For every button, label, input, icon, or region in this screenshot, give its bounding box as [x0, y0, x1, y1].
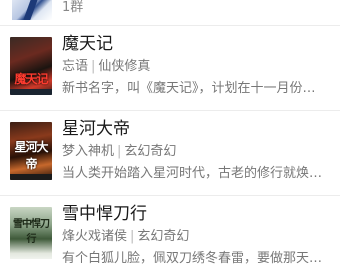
book-cover — [12, 0, 52, 20]
book-meta: 梦入神机 | 玄幻奇幻 — [62, 143, 176, 161]
book-cover: 魔天记 — [10, 37, 52, 95]
meta-separator: | — [117, 144, 122, 159]
book-list-item[interactable]: 魔天记 魔天记 忘语 | 仙侠修真 新书名字，叫《魔天记》，计划在十一月份… — [0, 26, 340, 110]
book-description: 有个白狐儿脸，佩双刀绣冬春雷，要做那天… — [62, 251, 323, 266]
book-title: 星河大帝 — [62, 119, 130, 139]
book-meta: 烽火戏诸侯 | 玄幻奇幻 — [62, 228, 189, 246]
book-list-item[interactable]: 雪中悍刀行 雪中悍刀行 烽火戏诸侯 | 玄幻奇幻 有个白狐儿脸，佩双刀绣冬春雷，要做… — [0, 196, 340, 280]
book-genre: 玄幻奇幻 — [124, 144, 177, 159]
book-genre: 玄幻奇幻 — [137, 229, 190, 244]
book-meta: 忘语 | 仙侠修真 — [62, 58, 150, 76]
book-author: 忘语 — [62, 59, 89, 74]
book-description: 当人类开始踏入星河时代，古老的修行就焕… — [62, 166, 323, 181]
book-title: 雪中悍刀行 — [62, 204, 147, 224]
book-description: 新书名字，叫《魔天记》，计划在十一月份… — [62, 81, 316, 96]
list-item-previous[interactable]: 1群 — [0, 0, 340, 24]
book-list-item[interactable]: 星河大帝 星河大帝 梦入神机 | 玄幻奇幻 当人类开始踏入星河时代，古老的修行就焕… — [0, 111, 340, 195]
book-title: 魔天记 — [62, 34, 113, 54]
book-cover: 星河大帝 — [10, 122, 52, 180]
book-meta: 1群 — [62, 0, 84, 15]
book-author: 烽火戏诸侯 — [62, 229, 128, 244]
book-genre: 仙侠修真 — [98, 59, 151, 74]
book-author: 梦入神机 — [62, 144, 115, 159]
meta-separator: | — [130, 229, 135, 244]
book-cover: 雪中悍刀行 — [10, 207, 52, 265]
meta-separator: | — [91, 59, 96, 74]
